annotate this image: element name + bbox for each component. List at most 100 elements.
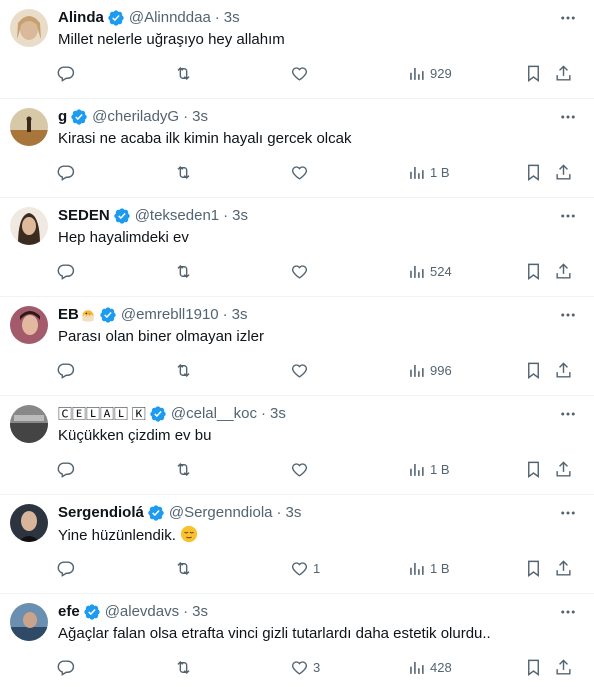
bookmark-button[interactable] xyxy=(524,160,543,184)
like-button[interactable]: 1 xyxy=(290,556,320,580)
bookmark-button[interactable] xyxy=(524,61,543,85)
timestamp[interactable]: 3s xyxy=(192,602,208,622)
tweet-card[interactable]: g @cheriladyG · 3s Kirasi ne acaba ilk k… xyxy=(0,99,594,198)
share-icon xyxy=(556,460,571,477)
author-name[interactable]: SEDEN xyxy=(58,206,110,226)
avatar[interactable] xyxy=(10,306,48,344)
timestamp[interactable]: 3s xyxy=(286,503,302,523)
like-button[interactable]: 3 xyxy=(290,655,320,679)
repost-button[interactable] xyxy=(174,556,193,580)
like-button[interactable] xyxy=(290,61,313,85)
repost-button[interactable] xyxy=(174,655,193,679)
share-button[interactable] xyxy=(554,457,573,481)
share-button[interactable] xyxy=(554,655,573,679)
bookmark-button[interactable] xyxy=(524,655,543,679)
reply-button[interactable] xyxy=(56,259,75,283)
author-name[interactable]: Sergendiolá xyxy=(58,503,144,523)
share-button[interactable] xyxy=(554,259,573,283)
bookmark-button[interactable] xyxy=(524,259,543,283)
views-chart-icon xyxy=(410,463,424,476)
more-options-icon[interactable] xyxy=(556,6,580,30)
reply-button[interactable] xyxy=(56,61,75,85)
share-button[interactable] xyxy=(554,61,573,85)
views-button[interactable]: 524 xyxy=(407,259,452,283)
reply-icon xyxy=(57,65,75,82)
reply-button[interactable] xyxy=(56,655,75,679)
avatar[interactable] xyxy=(10,504,48,542)
reply-button[interactable] xyxy=(56,160,75,184)
more-options-icon[interactable] xyxy=(556,303,580,327)
views-button[interactable]: 1 B xyxy=(407,556,450,580)
avatar[interactable] xyxy=(10,207,48,245)
reply-icon xyxy=(57,659,75,676)
views-button[interactable]: 1 B xyxy=(407,160,450,184)
reply-button[interactable] xyxy=(56,358,75,382)
like-button[interactable] xyxy=(290,358,313,382)
separator-dot: · xyxy=(183,603,189,620)
repost-button[interactable] xyxy=(174,160,193,184)
timestamp[interactable]: 3s xyxy=(192,107,208,127)
views-chart-icon xyxy=(410,265,424,278)
like-button[interactable] xyxy=(290,457,313,481)
action-bar: 1 1 B xyxy=(52,556,580,580)
more-options-icon[interactable] xyxy=(556,600,580,624)
tweet-card[interactable]: efe @alevdavs · 3s Ağaçlar falan olsa et… xyxy=(0,594,594,687)
bookmark-button[interactable] xyxy=(524,556,543,580)
timestamp[interactable]: 3s xyxy=(270,404,286,424)
share-button[interactable] xyxy=(554,160,573,184)
more-options-icon[interactable] xyxy=(556,501,580,525)
share-button[interactable] xyxy=(554,358,573,382)
avatar[interactable] xyxy=(10,603,48,641)
reply-feed: Alinda @Alinnddaa · 3s Millet nelerle uğ… xyxy=(0,0,594,687)
like-button[interactable] xyxy=(290,259,313,283)
avatar[interactable] xyxy=(10,405,48,443)
timestamp[interactable]: 3s xyxy=(232,206,248,226)
author-handle[interactable]: @tekseden1 xyxy=(135,206,219,226)
tweet-card[interactable]: EB @emrebll1910 · 3s Parası olan biner o… xyxy=(0,297,594,396)
author-handle[interactable]: @Sergenndiola xyxy=(169,503,273,523)
repost-button[interactable] xyxy=(174,358,193,382)
timestamp[interactable]: 3s xyxy=(224,8,240,28)
author-name[interactable]: g xyxy=(58,107,67,127)
repost-button[interactable] xyxy=(174,259,193,283)
more-options-icon[interactable] xyxy=(556,204,580,228)
bookmark-icon xyxy=(528,659,539,676)
author-name[interactable]: EB xyxy=(58,305,79,325)
more-options-icon[interactable] xyxy=(556,105,580,129)
timestamp[interactable]: 3s xyxy=(232,305,248,325)
views-button[interactable]: 428 xyxy=(407,655,452,679)
more-options-icon[interactable] xyxy=(556,402,580,426)
like-button[interactable] xyxy=(290,160,313,184)
views-button[interactable]: 929 xyxy=(407,61,452,85)
author-handle[interactable]: @emrebll1910 xyxy=(121,305,219,325)
tweet-card[interactable]: Alinda @Alinnddaa · 3s Millet nelerle uğ… xyxy=(0,0,594,99)
bookmark-button[interactable] xyxy=(524,457,543,481)
share-button[interactable] xyxy=(554,556,573,580)
tweet-card[interactable]: Sergendiolá @Sergenndiola · 3s Yine hüzü… xyxy=(0,495,594,594)
heart-icon xyxy=(292,561,307,576)
view-count: 929 xyxy=(430,65,452,81)
reply-button[interactable] xyxy=(56,556,75,580)
repost-button[interactable] xyxy=(174,61,193,85)
view-count: 1 B xyxy=(430,560,450,576)
avatar[interactable] xyxy=(10,108,48,146)
hatching-chick-emoji-icon xyxy=(82,310,94,322)
author-name[interactable]: efe xyxy=(58,602,80,622)
author-name[interactable]: 🄲🄴🄻🄰🄻 🄺 xyxy=(58,404,146,424)
author-handle[interactable]: @alevdavs xyxy=(105,602,179,622)
author-handle[interactable]: @celal__koc xyxy=(171,404,257,424)
repost-button[interactable] xyxy=(174,457,193,481)
author-handle[interactable]: @cheriladyG xyxy=(92,107,179,127)
views-button[interactable]: 996 xyxy=(407,358,452,382)
reply-button[interactable] xyxy=(56,457,75,481)
author-handle[interactable]: @Alinnddaa xyxy=(129,8,211,28)
bookmark-button[interactable] xyxy=(524,358,543,382)
views-button[interactable]: 1 B xyxy=(407,457,450,481)
avatar[interactable] xyxy=(10,9,48,47)
author-name[interactable]: Alinda xyxy=(58,8,104,28)
views-chart-icon xyxy=(410,364,424,377)
views-chart-icon xyxy=(410,562,424,575)
tweet-card[interactable]: 🄲🄴🄻🄰🄻 🄺 @celal__koc · 3s Küçükken çizdim… xyxy=(0,396,594,495)
tweet-card[interactable]: SEDEN @tekseden1 · 3s Hep hayalimdeki ev… xyxy=(0,198,594,297)
verified-badge-icon xyxy=(108,10,124,26)
